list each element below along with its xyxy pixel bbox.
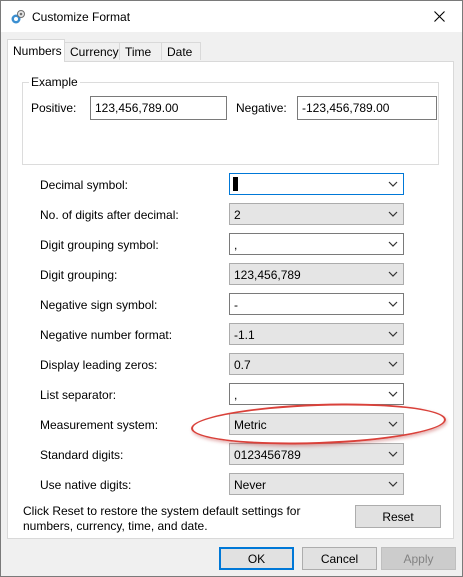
close-button[interactable]	[416, 1, 462, 32]
chevron-down-icon[interactable]	[387, 177, 399, 191]
tab-numbers[interactable]: Numbers	[7, 39, 65, 62]
digit-grouping-label: Digit grouping:	[40, 268, 118, 282]
tab-date[interactable]: Date	[161, 42, 201, 60]
tab-label: Currency	[70, 45, 119, 59]
chevron-down-icon[interactable]	[387, 237, 399, 251]
chevron-down-icon[interactable]	[387, 207, 399, 221]
decimal-symbol-label: Decimal symbol:	[40, 178, 129, 192]
tab-time[interactable]: Time	[119, 42, 162, 60]
chevron-down-icon[interactable]	[387, 297, 399, 311]
gear-globe-icon	[11, 10, 25, 24]
window-title: Customize Format	[32, 10, 131, 24]
tab-currency[interactable]: Currency	[64, 42, 120, 60]
negative-example-field: -123,456,789.00	[297, 96, 437, 120]
digit-grouping-value: 123,456,789	[234, 268, 301, 282]
reset-note: Click Reset to restore the system defaul…	[23, 504, 301, 533]
tab-label: Date	[167, 45, 193, 59]
title-bar[interactable]: Customize Format	[1, 1, 462, 32]
digit-grouping-symbol-combo[interactable]: ,	[229, 233, 404, 255]
negative-sign-symbol-label: Negative sign symbol:	[40, 298, 158, 312]
tab-label: Numbers	[13, 44, 62, 58]
example-group-title: Example	[29, 75, 80, 89]
digits-after-decimal-value: 2	[234, 208, 241, 222]
negative-example-value: -123,456,789.00	[302, 101, 390, 115]
negative-label: Negative:	[236, 101, 287, 115]
chevron-down-icon[interactable]	[387, 357, 399, 371]
list-separator-label: List separator:	[40, 388, 117, 402]
measurement-system-value: Metric	[234, 418, 267, 432]
tab-label: Time	[125, 45, 152, 59]
negative-sign-symbol-value: -	[234, 298, 238, 312]
negative-number-format-label: Negative number format:	[40, 328, 173, 342]
digit-grouping-symbol-label: Digit grouping symbol:	[40, 238, 159, 252]
cancel-button[interactable]: Cancel	[302, 547, 377, 570]
example-group: Example Positive: 123,456,789.00 Negativ…	[22, 75, 439, 165]
positive-example-field: 123,456,789.00	[90, 96, 227, 120]
customize-format-dialog: Customize Format Numbers Currency Time D…	[0, 0, 463, 577]
digits-after-decimal-dropdown[interactable]: 2	[229, 203, 404, 225]
chevron-down-icon[interactable]	[387, 327, 399, 341]
positive-example-value: 123,456,789.00	[95, 101, 179, 115]
measurement-system-dropdown[interactable]: Metric	[229, 413, 404, 435]
digit-grouping-dropdown[interactable]: 123,456,789	[229, 263, 404, 285]
standard-digits-value: 0123456789	[234, 448, 301, 462]
close-icon	[433, 11, 445, 22]
display-leading-zeros-label: Display leading zeros:	[40, 358, 158, 372]
list-separator-combo[interactable]: ,	[229, 383, 404, 405]
display-leading-zeros-value: 0.7	[234, 358, 251, 372]
standard-digits-label: Standard digits:	[40, 448, 124, 462]
list-separator-value: ,	[234, 388, 238, 402]
digits-after-decimal-label: No. of digits after decimal:	[40, 208, 179, 222]
apply-button[interactable]: Apply	[381, 547, 456, 570]
chevron-down-icon[interactable]	[387, 447, 399, 461]
digit-grouping-symbol-value: ,	[234, 238, 238, 252]
measurement-system-label: Measurement system:	[40, 418, 159, 432]
use-native-digits-label: Use native digits:	[40, 478, 132, 492]
standard-digits-dropdown[interactable]: 0123456789	[229, 443, 404, 465]
ok-button[interactable]: OK	[219, 547, 294, 570]
reset-button[interactable]: Reset	[355, 505, 441, 528]
positive-label: Positive:	[31, 101, 77, 115]
use-native-digits-dropdown[interactable]: Never	[229, 473, 404, 495]
use-native-digits-value: Never	[234, 478, 267, 492]
display-leading-zeros-dropdown[interactable]: 0.7	[229, 353, 404, 375]
decimal-symbol-value: .	[235, 178, 239, 192]
chevron-down-icon[interactable]	[387, 267, 399, 281]
chevron-down-icon[interactable]	[387, 387, 399, 401]
chevron-down-icon[interactable]	[387, 417, 399, 431]
negative-number-format-dropdown[interactable]: -1.1	[229, 323, 404, 345]
negative-sign-symbol-combo[interactable]: -	[229, 293, 404, 315]
decimal-symbol-combo[interactable]: .	[229, 173, 404, 195]
chevron-down-icon[interactable]	[387, 477, 399, 491]
negative-number-format-value: -1.1	[234, 328, 255, 342]
